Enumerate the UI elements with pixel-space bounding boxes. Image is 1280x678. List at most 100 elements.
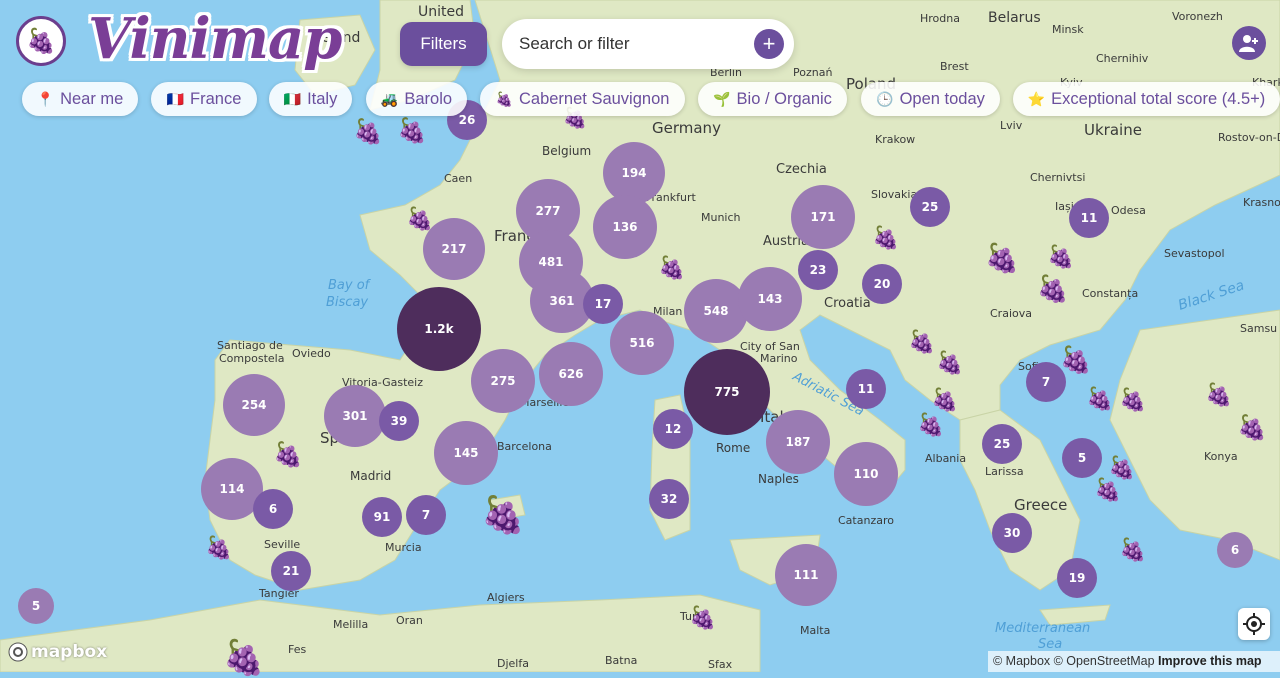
grape-marker-icon[interactable]: 🍇 <box>353 118 383 147</box>
cluster-marker[interactable]: 5 <box>1062 438 1102 478</box>
chip-near-me[interactable]: 📍 Near me <box>22 82 138 116</box>
svg-text:Brest: Brest <box>940 60 969 73</box>
grape-marker-icon[interactable]: 🍇 <box>872 225 899 251</box>
cluster-marker[interactable]: 17 <box>583 284 623 324</box>
cluster-marker[interactable]: 143 <box>738 267 802 331</box>
svg-text:Algiers: Algiers <box>487 591 525 604</box>
grape-marker-icon[interactable]: 🍇 <box>223 638 265 678</box>
grape-marker-icon[interactable]: 🍇 <box>908 329 935 355</box>
chip-exceptional-score[interactable]: ⭐ Exceptional total score (4.5+) <box>1013 82 1280 116</box>
grape-marker-icon[interactable]: 🍇 <box>689 605 716 631</box>
add-user-icon[interactable] <box>1232 26 1266 60</box>
chip-bio-organic[interactable]: 🌱 Bio / Organic <box>698 82 847 116</box>
svg-text:Czechia: Czechia <box>776 162 827 177</box>
cluster-marker[interactable]: 626 <box>539 342 603 406</box>
cluster-marker[interactable]: 775 <box>684 349 770 435</box>
cluster-marker[interactable]: 7 <box>406 495 446 535</box>
cluster-marker[interactable]: 145 <box>434 421 498 485</box>
svg-text:Murcia: Murcia <box>385 541 422 554</box>
cluster-marker[interactable]: 25 <box>982 424 1022 464</box>
grape-marker-icon[interactable]: 🍇 <box>1119 387 1146 413</box>
filters-button[interactable]: Filters <box>400 22 487 66</box>
cluster-marker[interactable]: 275 <box>471 349 535 413</box>
cluster-marker[interactable]: 254 <box>223 374 285 436</box>
grape-marker-icon[interactable]: 🍇 <box>985 242 1020 275</box>
cluster-marker[interactable]: 25 <box>910 187 950 227</box>
geolocate-icon[interactable] <box>1238 608 1270 640</box>
grape-marker-icon[interactable]: 🍇 <box>1237 414 1267 443</box>
svg-text:Larissa: Larissa <box>985 465 1024 478</box>
cluster-marker[interactable]: 23 <box>798 250 838 290</box>
svg-text:Poznań: Poznań <box>793 66 832 79</box>
svg-text:Rome: Rome <box>716 441 750 455</box>
cluster-marker[interactable]: 21 <box>271 551 311 591</box>
grape-marker-icon[interactable]: 🍇 <box>936 350 963 376</box>
svg-text:Malta: Malta <box>800 624 830 637</box>
grape-marker-icon[interactable]: 🍇 <box>205 535 232 561</box>
grape-marker-icon[interactable]: 🍇 <box>1060 345 1092 376</box>
svg-text:Belgium: Belgium <box>542 144 591 158</box>
svg-text:Santiago de: Santiago de <box>217 339 283 352</box>
grape-marker-icon[interactable]: 🍇 <box>1119 537 1146 563</box>
cluster-marker[interactable]: 11 <box>846 369 886 409</box>
chip-italy[interactable]: 🇮🇹 Italy <box>269 82 352 116</box>
cluster-marker[interactable]: 516 <box>610 311 674 375</box>
mapbox-logo[interactable]: mapbox <box>8 642 107 662</box>
grape-marker-icon[interactable]: 🍇 <box>1205 382 1232 408</box>
grape-marker-icon[interactable]: 🍇 <box>917 412 944 438</box>
search-input[interactable]: Search or filter <box>519 34 630 54</box>
cluster-marker[interactable]: 91 <box>362 497 402 537</box>
cluster-marker[interactable]: 301 <box>324 385 386 447</box>
svg-text:Sfax: Sfax <box>708 658 733 671</box>
svg-text:Ukraine: Ukraine <box>1084 121 1142 139</box>
cluster-marker[interactable]: 1.2k <box>397 287 481 371</box>
cluster-marker[interactable]: 30 <box>992 513 1032 553</box>
grape-marker-icon[interactable]: 🍇 <box>1047 244 1074 270</box>
cluster-marker[interactable]: 548 <box>684 279 748 343</box>
grape-marker-icon[interactable]: 🍇 <box>1037 274 1069 305</box>
grape-marker-icon[interactable]: 🍇 <box>481 494 526 536</box>
grape-marker-icon[interactable]: 🍇 <box>273 441 303 470</box>
cluster-marker[interactable]: 194 <box>603 142 665 204</box>
svg-text:Biscay: Biscay <box>326 295 368 310</box>
cluster-marker[interactable]: 11 <box>1069 198 1109 238</box>
search-bar[interactable]: Search or filter + <box>502 19 794 69</box>
cluster-marker[interactable]: 171 <box>791 185 855 249</box>
svg-text:Melilla: Melilla <box>333 618 368 631</box>
grape-marker-icon[interactable]: 🍇 <box>406 206 433 232</box>
mapbox-icon <box>8 642 28 662</box>
cluster-marker[interactable]: 12 <box>653 409 693 449</box>
cluster-marker[interactable]: 20 <box>862 264 902 304</box>
cluster-marker[interactable]: 39 <box>379 401 419 441</box>
chip-cabernet-sauvignon[interactable]: 🍇 Cabernet Sauvignon <box>480 82 685 116</box>
svg-text:Hrodna: Hrodna <box>920 12 960 25</box>
chip-barolo[interactable]: 🚜 Barolo <box>366 82 467 116</box>
svg-text:Voronezh: Voronezh <box>1172 10 1223 23</box>
svg-text:Naples: Naples <box>758 472 799 486</box>
cluster-marker[interactable]: 136 <box>593 195 657 259</box>
app-logo-icon[interactable]: 🍇 <box>16 16 66 66</box>
chip-france[interactable]: 🇫🇷 France <box>151 82 257 116</box>
grape-marker-icon[interactable]: 🍇 <box>931 387 958 413</box>
svg-text:Sea: Sea <box>1038 637 1062 652</box>
improve-map-link[interactable]: Improve this map <box>1158 654 1262 668</box>
cluster-marker[interactable]: 5 <box>18 588 54 624</box>
grape-marker-icon[interactable]: 🍇 <box>397 117 427 146</box>
svg-text:Craiova: Craiova <box>990 307 1032 320</box>
svg-text:Catanzaro: Catanzaro <box>838 514 894 527</box>
grape-marker-icon[interactable]: 🍇 <box>658 255 685 281</box>
svg-text:Samsu: Samsu <box>1240 322 1277 335</box>
svg-text:Minsk: Minsk <box>1052 23 1084 36</box>
cluster-marker[interactable]: 19 <box>1057 558 1097 598</box>
cluster-marker[interactable]: 6 <box>253 489 293 529</box>
svg-text:Djelfa: Djelfa <box>497 657 529 670</box>
cluster-marker[interactable]: 111 <box>775 544 837 606</box>
cluster-marker[interactable]: 32 <box>649 479 689 519</box>
grape-marker-icon[interactable]: 🍇 <box>1094 477 1121 503</box>
cluster-marker[interactable]: 110 <box>834 442 898 506</box>
grape-marker-icon[interactable]: 🍇 <box>1086 386 1113 412</box>
cluster-marker[interactable]: 6 <box>1217 532 1253 568</box>
cluster-marker[interactable]: 187 <box>766 410 830 474</box>
chip-open-today[interactable]: 🕒 Open today <box>861 82 1000 116</box>
add-icon[interactable]: + <box>754 29 784 59</box>
